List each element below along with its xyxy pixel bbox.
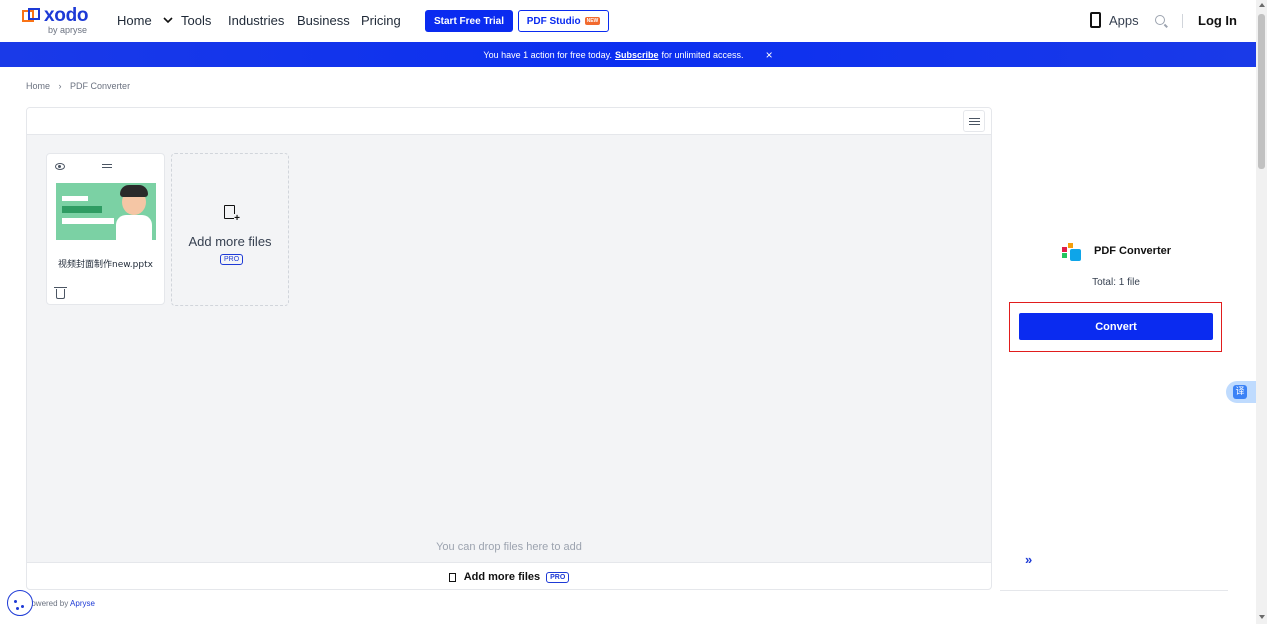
add-file-icon xyxy=(224,205,240,224)
nav-pricing[interactable]: Pricing xyxy=(361,13,401,28)
logo-text: xodo xyxy=(44,5,89,26)
apps-link[interactable]: Apps xyxy=(1090,12,1139,28)
start-free-trial-button[interactable]: Start Free Trial xyxy=(425,10,513,32)
add-more-files-bar-label: Add more files xyxy=(463,571,541,583)
drop-zone[interactable]: 视频封面制作new.pptx Add more files PRO You ca… xyxy=(27,135,991,562)
add-more-files-card[interactable]: Add more files PRO xyxy=(171,153,289,306)
pro-badge: PRO xyxy=(546,571,570,583)
breadcrumb: Home › PDF Converter xyxy=(26,81,130,91)
list-view-icon[interactable] xyxy=(963,110,985,132)
breadcrumb-current: PDF Converter xyxy=(70,81,131,91)
banner-prefix: You have 1 action for free today. xyxy=(483,49,612,60)
logo-subtext: by apryse xyxy=(48,25,88,35)
scrollbar-thumb[interactable] xyxy=(1258,14,1265,169)
panel-toolbar xyxy=(27,108,991,135)
pdf-studio-label: PDF Studio xyxy=(526,15,581,27)
scroll-down-icon[interactable] xyxy=(1259,615,1265,619)
drag-handle-icon[interactable] xyxy=(102,164,112,170)
new-badge: NEW xyxy=(584,17,601,25)
file-thumbnail xyxy=(56,183,156,240)
add-file-icon xyxy=(448,572,456,582)
pro-badge: PRO xyxy=(220,254,244,265)
xodo-logo[interactable]: xodo by apryse xyxy=(22,6,88,35)
file-name: 视频封面制作new.pptx xyxy=(58,260,153,270)
converter-title: PDF Converter xyxy=(1094,245,1172,257)
nav-industries[interactable]: Industries xyxy=(228,13,284,28)
free-action-banner: You have 1 action for free today. Subscr… xyxy=(0,42,1256,67)
banner-suffix: for unlimited access. xyxy=(661,49,744,60)
header-divider xyxy=(1182,14,1183,28)
pdf-converter-icon xyxy=(1062,243,1082,261)
pdf-studio-button[interactable]: PDF Studio NEW xyxy=(518,10,609,32)
file-panel: 视频封面制作new.pptx Add more files PRO You ca… xyxy=(26,107,992,590)
breadcrumb-separator: › xyxy=(58,81,62,91)
eye-icon[interactable] xyxy=(55,163,65,170)
search-icon[interactable] xyxy=(1155,15,1165,25)
convert-button[interactable]: Convert xyxy=(1019,313,1213,340)
translate-icon: 译 xyxy=(1233,385,1247,399)
close-icon[interactable]: × xyxy=(766,48,773,62)
login-link[interactable]: Log In xyxy=(1198,13,1237,28)
breadcrumb-home[interactable]: Home xyxy=(26,81,50,91)
apryse-link[interactable]: Apryse xyxy=(70,599,95,608)
nav-business[interactable]: Business xyxy=(297,13,350,28)
page-scrollbar[interactable] xyxy=(1256,0,1267,624)
drop-hint: You can drop files here to add xyxy=(436,541,582,553)
sidebar-divider xyxy=(1000,590,1228,591)
add-more-files-label: Add more files xyxy=(188,234,272,249)
cookie-icon[interactable] xyxy=(7,590,33,616)
xodo-logo-icon xyxy=(22,8,40,22)
nav-tools[interactable]: Tools xyxy=(163,13,211,28)
collapse-sidebar-icon[interactable]: » xyxy=(1025,552,1032,567)
apps-label: Apps xyxy=(1109,12,1139,28)
translate-widget[interactable]: 译 xyxy=(1226,381,1256,403)
file-total: Total: 1 file xyxy=(1092,277,1140,288)
phone-icon xyxy=(1090,12,1101,28)
add-more-files-bar[interactable]: Add more files PRO xyxy=(27,562,991,589)
chevron-down-icon xyxy=(163,17,173,24)
nav-tools-label: Tools xyxy=(181,13,212,28)
file-card[interactable]: 视频封面制作new.pptx xyxy=(46,153,165,305)
nav-home[interactable]: Home xyxy=(117,13,152,28)
top-header: xodo by apryse Home Tools Industries Bus… xyxy=(0,0,1256,42)
footer: Powered by Apryse xyxy=(26,599,95,608)
scroll-up-icon[interactable] xyxy=(1259,3,1265,7)
subscribe-link[interactable]: Subscribe xyxy=(615,50,659,60)
trash-icon[interactable] xyxy=(54,287,67,299)
